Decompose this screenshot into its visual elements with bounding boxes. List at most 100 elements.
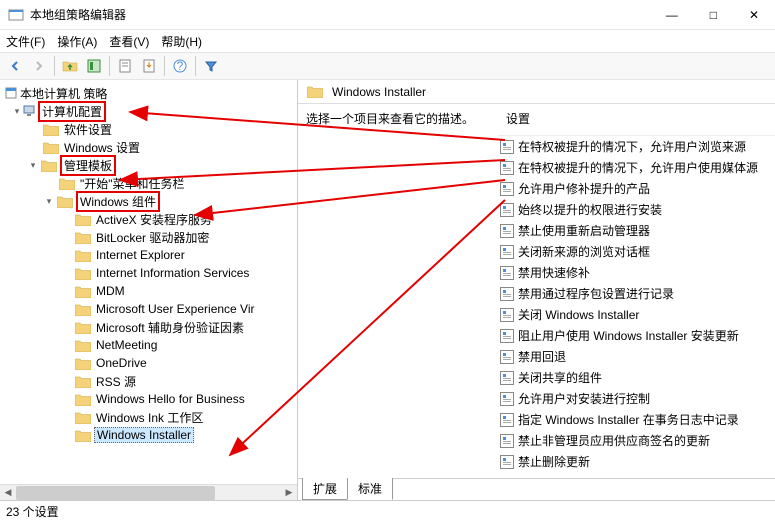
collapse-icon[interactable]: ▾ — [28, 160, 38, 171]
filter-button[interactable] — [200, 55, 222, 77]
menu-file[interactable]: 文件(F) — [6, 33, 45, 50]
scroll-thumb[interactable] — [16, 486, 215, 500]
tree-item[interactable]: Internet Explorer — [0, 246, 297, 264]
scroll-left-icon[interactable]: ◀ — [0, 485, 16, 501]
policy-item[interactable]: 在特权被提升的情况下，允许用户浏览来源 — [498, 136, 775, 157]
policy-item[interactable]: 关闭新来源的浏览对话框 — [498, 241, 775, 262]
tree-software[interactable]: 软件设置 — [0, 120, 297, 138]
maximize-button[interactable]: □ — [702, 4, 725, 26]
policy-icon — [500, 371, 514, 385]
tree-label: Windows 设置 — [62, 139, 142, 156]
properties-button[interactable] — [114, 55, 136, 77]
up-button[interactable] — [59, 55, 81, 77]
policy-label: 阻止用户使用 Windows Installer 安装更新 — [518, 327, 739, 344]
policy-item[interactable]: 禁用通过程序包设置进行记录 — [498, 283, 775, 304]
policy-icon — [500, 203, 514, 217]
policy-item[interactable]: 禁止非管理员应用供应商签名的更新 — [498, 430, 775, 451]
tree-label: BitLocker 驱动器加密 — [94, 229, 211, 246]
folder-icon — [75, 321, 91, 334]
scroll-right-icon[interactable]: ▶ — [281, 485, 297, 501]
help-button[interactable]: ? — [169, 55, 191, 77]
export-button[interactable] — [138, 55, 160, 77]
tree-item[interactable]: BitLocker 驱动器加密 — [0, 228, 297, 246]
tree-item[interactable]: Windows Hello for Business — [0, 390, 297, 408]
policy-label: 在特权被提升的情况下，允许用户使用媒体源 — [518, 159, 758, 176]
tree-admin-templates[interactable]: ▾ 管理模板 — [0, 156, 297, 174]
policy-icon — [500, 434, 514, 448]
tree-label: OneDrive — [94, 356, 149, 370]
policy-item[interactable]: 允许用户修补提升的产品 — [498, 178, 775, 199]
folder-icon — [75, 339, 91, 352]
menu-help[interactable]: 帮助(H) — [161, 33, 202, 50]
tree-label: Microsoft User Experience Vir — [94, 302, 257, 316]
folder-icon — [75, 429, 91, 442]
collapse-icon[interactable]: ▾ — [44, 196, 54, 207]
tree-windows-settings[interactable]: Windows 设置 — [0, 138, 297, 156]
tree-item[interactable]: RSS 源 — [0, 372, 297, 390]
tree-start-taskbar[interactable]: "开始"菜单和任务栏 — [0, 174, 297, 192]
tree-computer-config[interactable]: ▾ 计算机配置 — [0, 102, 297, 120]
tree-item[interactable]: MDM — [0, 282, 297, 300]
back-button[interactable] — [4, 55, 26, 77]
folder-icon — [75, 213, 91, 226]
policy-icon — [500, 245, 514, 259]
tree-windows-components[interactable]: ▾ Windows 组件 — [0, 192, 297, 210]
policy-item[interactable]: 在特权被提升的情况下，允许用户使用媒体源 — [498, 157, 775, 178]
policy-item[interactable]: 始终以提升的权限进行安装 — [498, 199, 775, 220]
toolbar: ? — [0, 52, 775, 80]
policy-item[interactable]: 禁止使用重新启动管理器 — [498, 220, 775, 241]
settings-column-header[interactable]: 设置 — [498, 104, 775, 136]
tree-item[interactable]: OneDrive — [0, 354, 297, 372]
tree-item[interactable]: Microsoft 辅助身份验证因素 — [0, 318, 297, 336]
policy-label: 允许用户修补提升的产品 — [518, 180, 650, 197]
collapse-icon[interactable]: ▾ — [12, 106, 22, 117]
tree-label: Internet Information Services — [94, 266, 251, 280]
tree-item[interactable]: NetMeeting — [0, 336, 297, 354]
policy-icon — [500, 413, 514, 427]
policy-item[interactable]: 阻止用户使用 Windows Installer 安装更新 — [498, 325, 775, 346]
tree-label: Windows Hello for Business — [94, 392, 247, 406]
policy-label: 禁用快速修补 — [518, 264, 590, 281]
forward-button[interactable] — [28, 55, 50, 77]
policy-item[interactable]: 禁止删除更新 — [498, 451, 775, 472]
separator — [195, 56, 196, 76]
tree-label: Windows Installer — [94, 427, 194, 443]
tree-item[interactable]: Internet Information Services — [0, 264, 297, 282]
policy-label: 禁用通过程序包设置进行记录 — [518, 285, 674, 302]
list-header: Windows Installer — [298, 80, 775, 104]
minimize-button[interactable]: — — [658, 4, 686, 26]
tree-item[interactable]: Microsoft User Experience Vir — [0, 300, 297, 318]
policy-item[interactable]: 禁用快速修补 — [498, 262, 775, 283]
policy-item[interactable]: 允许用户对安装进行控制 — [498, 388, 775, 409]
menu-view[interactable]: 查看(V) — [109, 33, 149, 50]
app-icon — [8, 7, 24, 23]
policy-item[interactable]: 指定 Windows Installer 在事务日志中记录 — [498, 409, 775, 430]
separator — [54, 56, 55, 76]
tab-extended[interactable]: 扩展 — [302, 478, 348, 500]
policy-item[interactable]: 禁用回退 — [498, 346, 775, 367]
tree-label: "开始"菜单和任务栏 — [78, 175, 187, 192]
menubar: 文件(F) 操作(A) 查看(V) 帮助(H) — [0, 30, 775, 52]
folder-icon — [75, 249, 91, 262]
tab-standard[interactable]: 标准 — [347, 478, 393, 500]
list-panel: Windows Installer 选择一个项目来查看它的描述。 设置 在特权被… — [298, 80, 775, 500]
folder-icon — [75, 231, 91, 244]
tree-item[interactable]: Windows Installer — [0, 426, 297, 444]
close-button[interactable]: ✕ — [741, 4, 767, 26]
status-text: 23 个设置 — [6, 503, 59, 520]
tree-item[interactable]: Windows Ink 工作区 — [0, 408, 297, 426]
tree-label: 管理模板 — [60, 155, 116, 176]
policy-item[interactable]: 关闭 Windows Installer — [498, 304, 775, 325]
show-hide-button[interactable] — [83, 55, 105, 77]
policy-item[interactable]: 关闭共享的组件 — [498, 367, 775, 388]
menu-action[interactable]: 操作(A) — [57, 33, 97, 50]
policy-icon — [500, 392, 514, 406]
tree-label: 计算机配置 — [38, 101, 106, 122]
svg-text:?: ? — [177, 59, 184, 73]
policy-label: 禁止删除更新 — [518, 453, 590, 470]
tree-root[interactable]: 本地计算机 策略 — [0, 84, 297, 102]
tree-label: RSS 源 — [94, 373, 138, 390]
tree-label: Windows 组件 — [76, 191, 160, 212]
tree-item[interactable]: ActiveX 安装程序服务 — [0, 210, 297, 228]
tree-hscrollbar[interactable]: ◀ ▶ — [0, 484, 297, 500]
